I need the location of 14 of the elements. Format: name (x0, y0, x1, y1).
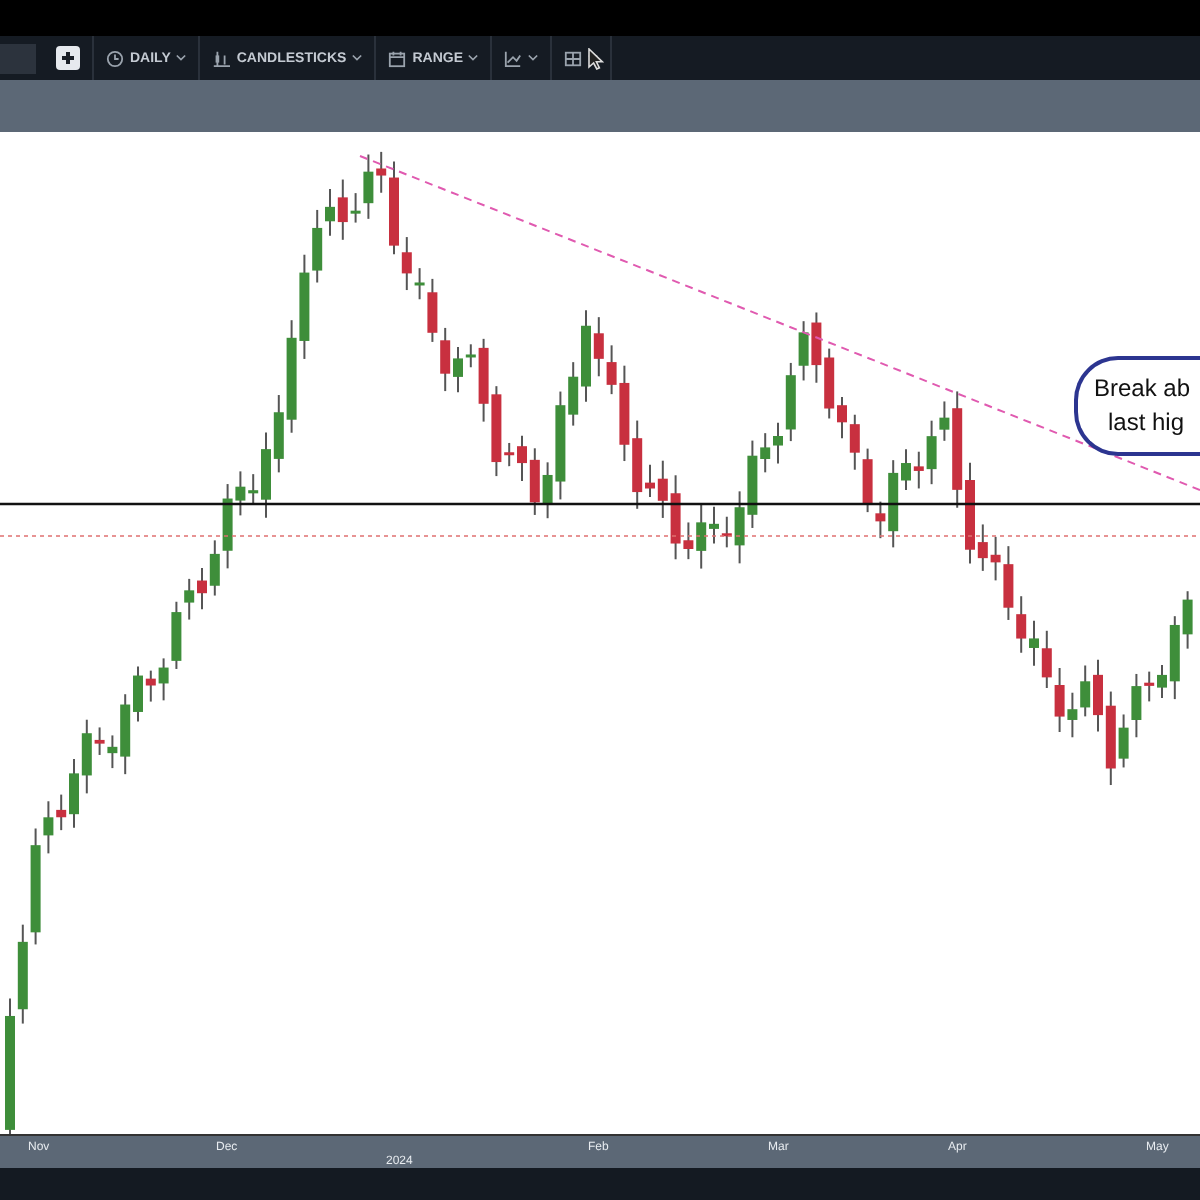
clock-icon (106, 49, 124, 67)
caret-icon (352, 54, 363, 62)
plus-icon (56, 46, 80, 70)
caret-icon (468, 54, 479, 62)
line-chart-icon (504, 49, 523, 67)
mouse-pointer-icon (588, 48, 604, 70)
caret-icon (176, 54, 187, 62)
search-field[interactable] (0, 43, 36, 73)
candlestick-icon (212, 49, 231, 67)
grid-icon (564, 49, 583, 67)
annotation-text: last hig (1106, 406, 1187, 440)
calendar-icon (388, 49, 407, 67)
caret-icon (528, 54, 539, 62)
annotation-text: Break ab (1094, 372, 1193, 406)
